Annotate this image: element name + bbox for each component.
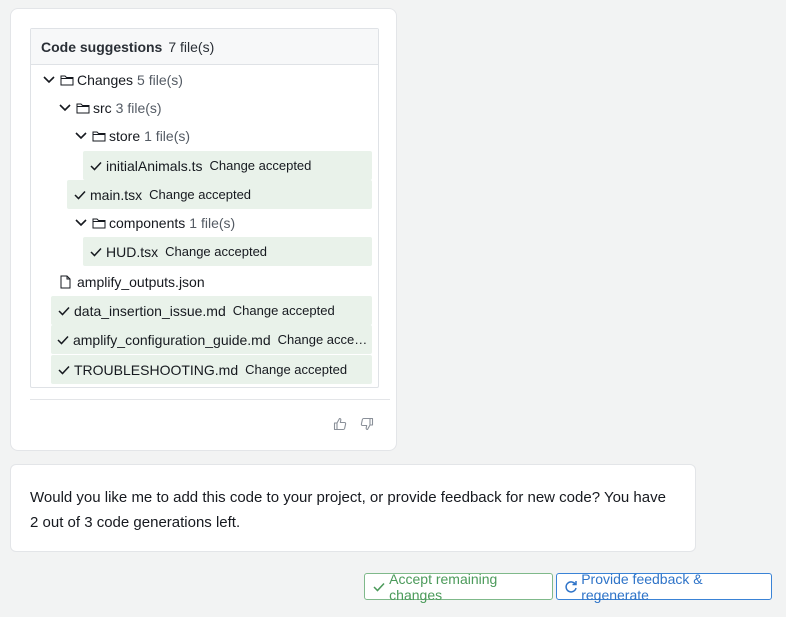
- chevron-down-icon[interactable]: [41, 72, 57, 88]
- chevron-down-icon[interactable]: [73, 215, 89, 231]
- panel-file-count: 7 file(s): [168, 38, 215, 55]
- chevron-down-icon[interactable]: [57, 100, 73, 116]
- file-name: amplify_outputs.json: [77, 274, 205, 290]
- file-icon: [57, 274, 73, 290]
- file-name: data_insertion_issue.md: [74, 302, 226, 319]
- file-name: TROUBLESHOOTING.md: [74, 361, 239, 378]
- panel-header: Code suggestions 7 file(s): [31, 29, 378, 65]
- folder-icon: [91, 215, 107, 231]
- file-status: Change accepted: [232, 303, 335, 318]
- file-status: Change accepted: [149, 187, 252, 202]
- folder-name: components: [109, 215, 186, 231]
- folder-count: 5 file(s): [137, 72, 183, 88]
- accept-button-label: Accept remaining changes: [389, 570, 498, 603]
- check-icon: [57, 363, 71, 377]
- folder-icon: [59, 72, 75, 88]
- folder-count: 3 file(s): [115, 100, 162, 116]
- tree-file-amplify-config[interactable]: amplify_configuration_guide.md Change ac…: [51, 325, 372, 354]
- file-status: Change accepted: [209, 158, 312, 173]
- folder-name: store: [109, 128, 141, 144]
- chevron-down-icon[interactable]: [73, 128, 89, 144]
- code-suggestions-card: Code suggestions 7 file(s) Changes 5 fil…: [10, 8, 397, 451]
- check-icon: [57, 304, 71, 318]
- thumbs-down-icon[interactable]: [358, 415, 376, 433]
- file-name: main.tsx: [90, 186, 143, 203]
- file-name: initialAnimals.ts: [106, 157, 203, 174]
- tree-file-initialanimals[interactable]: initialAnimals.ts Change accepted: [83, 151, 372, 180]
- tree-file-amplify-outputs[interactable]: amplify_outputs.json: [55, 268, 371, 296]
- refresh-icon: [564, 579, 578, 594]
- feedback-button-label: Provide feedback & regenerate: [581, 570, 703, 603]
- tree-file-hud[interactable]: HUD.tsx Change accepted: [83, 237, 372, 266]
- panel-title: Code suggestions: [41, 38, 163, 55]
- tree-file-data-insertion[interactable]: data_insertion_issue.md Change accepted: [51, 296, 372, 325]
- check-icon: [57, 333, 70, 347]
- message-text: Would you like me to add this code to yo…: [30, 489, 666, 531]
- file-name: HUD.tsx: [106, 243, 159, 260]
- file-status: Change accepted: [165, 244, 268, 259]
- check-icon: [89, 159, 103, 173]
- folder-name: Changes: [77, 72, 134, 88]
- tree-folder-store[interactable]: store 1 file(s): [73, 122, 371, 150]
- tree-folder-components[interactable]: components 1 file(s): [73, 209, 371, 237]
- thumbs-up-icon[interactable]: [331, 415, 349, 433]
- tree-file-main[interactable]: main.tsx Change accepted: [67, 180, 372, 209]
- tree-file-troubleshooting[interactable]: TROUBLESHOOTING.md Change accepted: [51, 355, 372, 384]
- check-icon: [372, 579, 386, 594]
- tree-folder-src[interactable]: src 3 file(s): [57, 94, 371, 122]
- folder-count: 1 file(s): [144, 128, 191, 144]
- provide-feedback-button[interactable]: Provide feedback & regenerate: [556, 570, 772, 603]
- folder-count: 1 file(s): [189, 215, 236, 231]
- folder-name: src: [93, 100, 112, 116]
- file-status: Change accepted: [277, 332, 372, 347]
- check-icon: [89, 245, 103, 259]
- folder-icon: [75, 100, 91, 116]
- assistant-message: Would you like me to add this code to yo…: [10, 464, 696, 552]
- card-divider: [30, 399, 390, 400]
- tree-folder-changes[interactable]: Changes 5 file(s): [41, 66, 371, 94]
- check-icon: [73, 188, 87, 202]
- folder-icon: [91, 128, 107, 144]
- accept-remaining-changes-button[interactable]: Accept remaining changes: [364, 570, 553, 603]
- file-name: amplify_configuration_guide.md: [72, 331, 271, 348]
- file-status: Change accepted: [245, 362, 348, 377]
- code-suggestions-panel: Code suggestions 7 file(s) Changes 5 fil…: [30, 28, 379, 388]
